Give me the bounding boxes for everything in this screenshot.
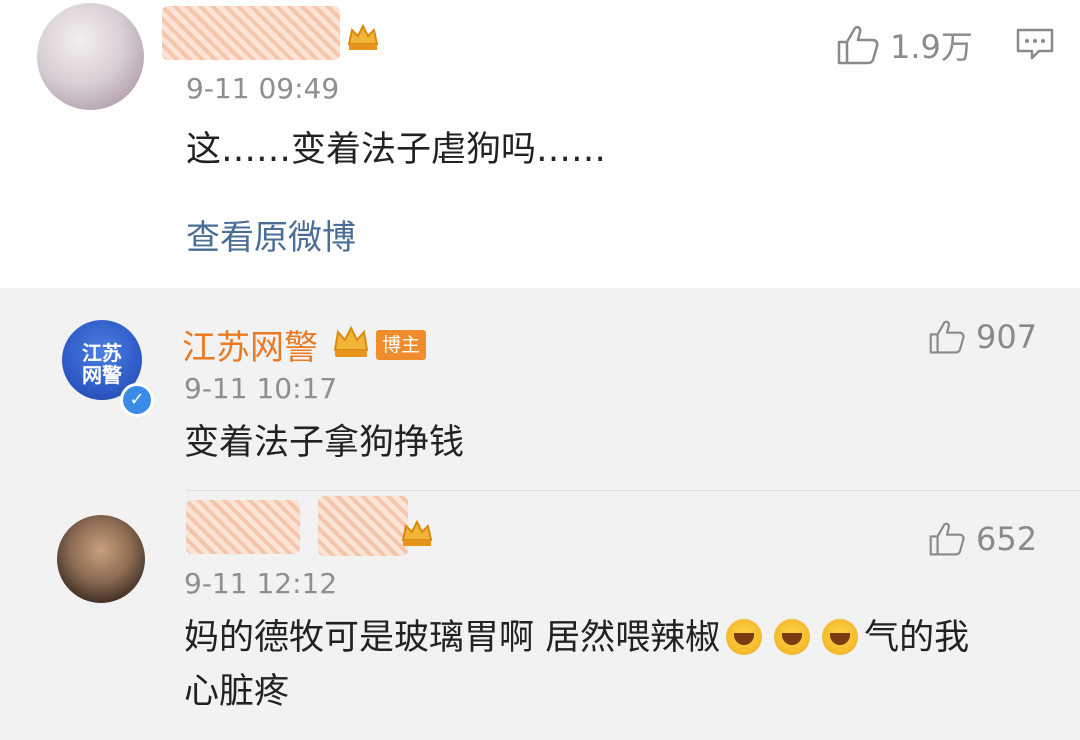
like-count: 652 xyxy=(976,520,1038,558)
thumbs-up-icon xyxy=(929,522,965,556)
redacted-username xyxy=(186,500,300,554)
reply-text-part: 妈的德牧可是玻璃胃啊 居然喂辣椒 xyxy=(184,618,721,658)
like-button[interactable]: 652 xyxy=(928,520,1037,558)
like-button[interactable]: 907 xyxy=(928,318,1037,356)
reply-text: 妈的德牧可是玻璃胃啊 居然喂辣椒 气的我 xyxy=(184,611,969,665)
avatar[interactable] xyxy=(57,515,145,603)
replies-panel xyxy=(0,288,1080,740)
divider xyxy=(186,490,1080,491)
avatar-text: 网警 xyxy=(82,363,122,387)
comment-text: 这……变着法子虐狗吗…… xyxy=(186,130,607,170)
like-count: 1.9万 xyxy=(890,28,973,66)
comment-bubble-icon[interactable] xyxy=(1015,27,1055,61)
crown-icon xyxy=(347,23,379,50)
thumbs-up-icon xyxy=(929,320,965,354)
reply-text-line-2: 心脏疼 xyxy=(184,672,290,712)
timestamp: 9-11 09:49 xyxy=(186,72,340,105)
view-original-weibo-link[interactable]: 查看原微博 xyxy=(186,210,356,259)
redacted-username xyxy=(318,496,408,556)
thumbs-up-icon xyxy=(837,25,879,65)
reply-text: 变着法子拿狗挣钱 xyxy=(184,423,465,463)
avatar-text: 江苏 xyxy=(82,341,122,365)
crown-icon xyxy=(333,325,369,357)
crown-icon xyxy=(401,519,433,546)
like-count: 907 xyxy=(976,318,1038,356)
timestamp: 9-11 12:12 xyxy=(184,567,338,600)
avatar[interactable] xyxy=(37,3,144,110)
redacted-username xyxy=(162,6,340,60)
crying-face-icon xyxy=(726,619,763,655)
verified-icon: ✓ xyxy=(120,383,154,417)
like-button[interactable]: 1.9万 xyxy=(836,22,973,68)
reply-text-part: 气的我 xyxy=(864,618,970,658)
timestamp: 9-11 10:17 xyxy=(184,372,338,405)
username[interactable]: 江苏网警 xyxy=(182,320,318,369)
crying-face-icon xyxy=(822,619,859,655)
crying-face-icon xyxy=(774,619,811,655)
author-badge: 博主 xyxy=(376,330,427,360)
